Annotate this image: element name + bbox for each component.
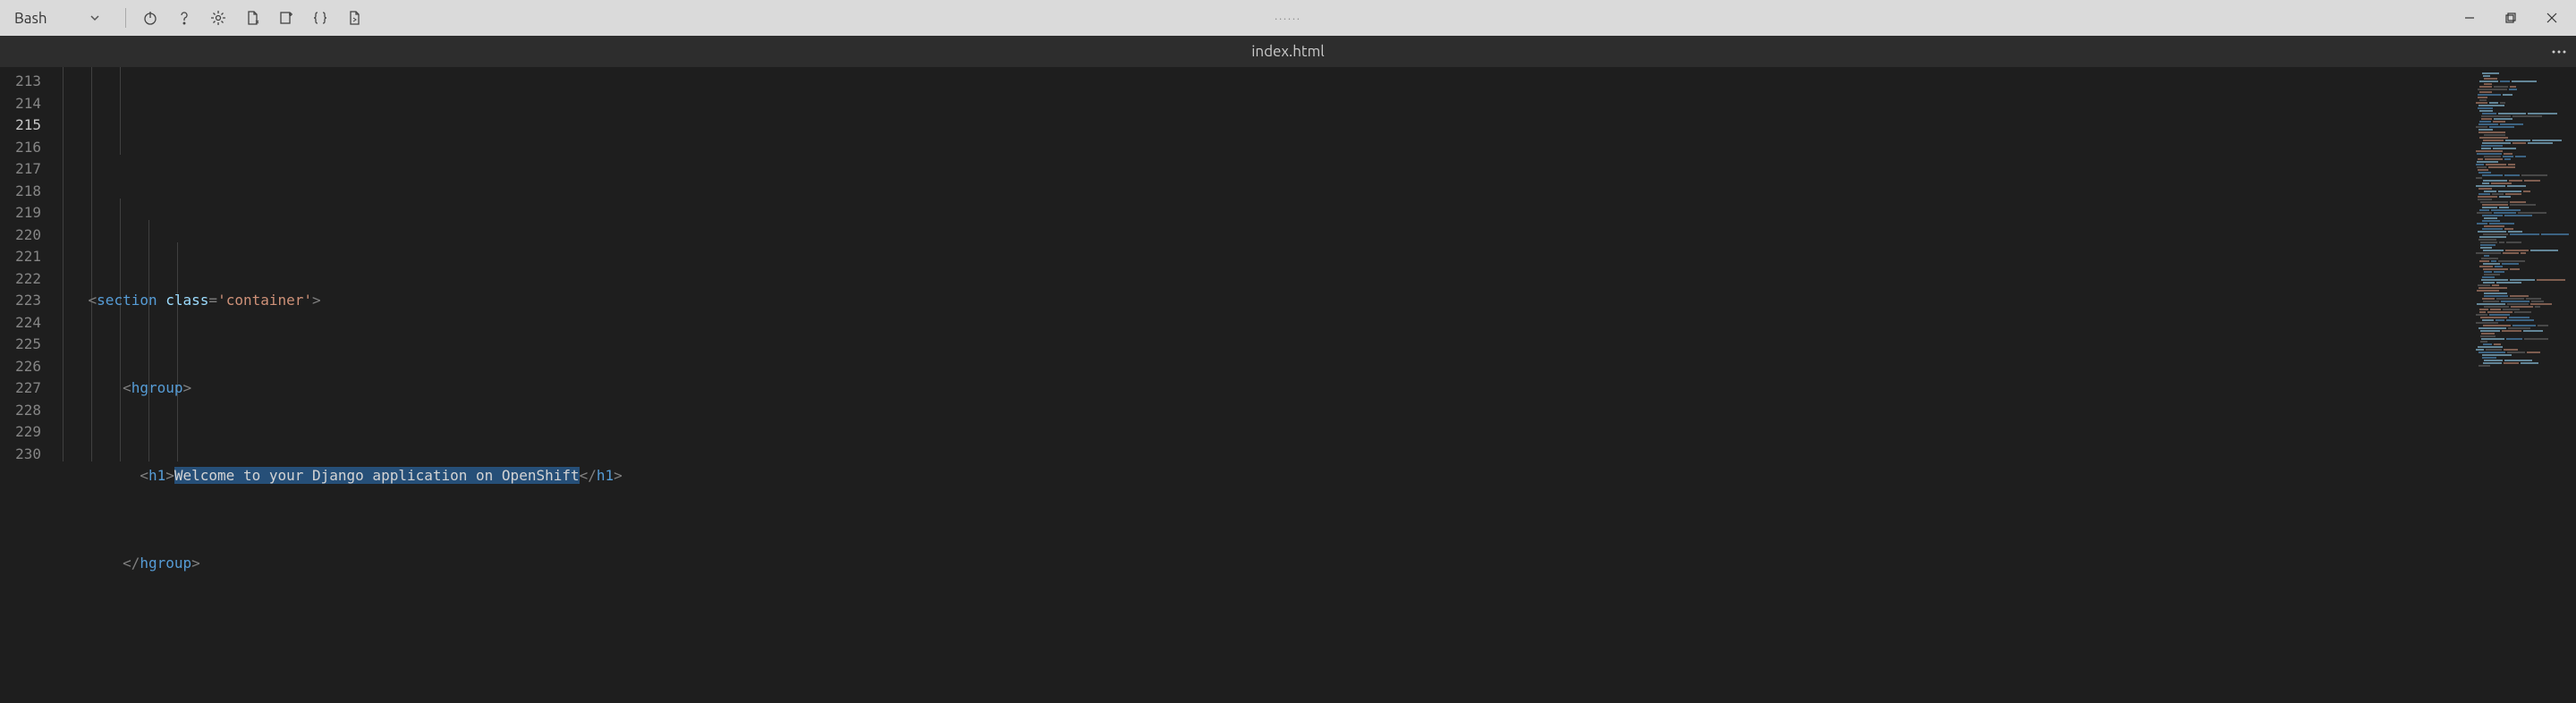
indent-guide	[120, 67, 121, 155]
code-line-current: <h1>Welcome to your Django application o…	[54, 465, 2469, 487]
minimize-icon	[2462, 11, 2477, 25]
settings-button[interactable]	[203, 3, 233, 33]
go-to-file-button[interactable]	[339, 3, 369, 33]
line-number: 214	[0, 93, 54, 115]
close-icon	[2545, 11, 2559, 25]
code-content[interactable]: <section class='container'> <hgroup> <h1…	[54, 67, 2469, 703]
line-number: 224	[0, 312, 54, 335]
chevron-down-icon	[88, 11, 102, 25]
title-bar-left: Bash	[7, 3, 369, 33]
code-line	[54, 640, 2469, 663]
new-untitled-button[interactable]	[271, 3, 301, 33]
line-number: 216	[0, 137, 54, 159]
line-number: 227	[0, 377, 54, 400]
window-controls	[2449, 3, 2572, 33]
power-icon	[141, 9, 159, 27]
go-to-file-icon	[345, 9, 363, 27]
tab-filename[interactable]: index.html	[1251, 43, 1324, 60]
gear-icon	[209, 9, 227, 27]
line-number: 221	[0, 246, 54, 268]
editor-area: 2132142152162172182192202212222232242252…	[0, 67, 2576, 703]
line-number: 226	[0, 356, 54, 378]
line-number: 229	[0, 421, 54, 444]
line-number: 213	[0, 71, 54, 93]
indent-guide	[63, 67, 64, 462]
shell-selector[interactable]: Bash	[7, 8, 109, 29]
code-line: </hgroup>	[54, 553, 2469, 575]
power-button[interactable]	[135, 3, 165, 33]
help-icon	[175, 9, 193, 27]
indent-guide	[120, 199, 121, 462]
line-number: 219	[0, 202, 54, 224]
line-number: 228	[0, 400, 54, 422]
minimize-button[interactable]	[2449, 3, 2490, 33]
new-file-button[interactable]	[237, 3, 267, 33]
line-number: 230	[0, 444, 54, 466]
line-number: 225	[0, 334, 54, 356]
code-line: <section class='container'>	[54, 290, 2469, 312]
minimap[interactable]	[2469, 67, 2576, 703]
new-file-icon	[243, 9, 261, 27]
line-number: 218	[0, 181, 54, 203]
indent-guide	[148, 220, 149, 462]
braces-icon	[311, 9, 329, 27]
line-number: 215	[0, 114, 54, 137]
shell-name: Bash	[14, 10, 47, 27]
maximize-icon	[2504, 11, 2518, 25]
maximize-button[interactable]	[2490, 3, 2531, 33]
close-button[interactable]	[2531, 3, 2572, 33]
line-gutter[interactable]: 2132142152162172182192202212222232242252…	[0, 67, 54, 703]
new-untitled-icon	[277, 9, 295, 27]
help-button[interactable]	[169, 3, 199, 33]
line-number: 220	[0, 224, 54, 247]
title-bar: Bash ······	[0, 0, 2576, 36]
more-horizontal-icon	[2549, 42, 2569, 62]
selected-text: Welcome to your Django application on Op…	[174, 467, 580, 484]
divider	[125, 8, 126, 28]
indent-guide	[91, 67, 92, 462]
indent-guide	[177, 242, 178, 462]
code-line: <hgroup>	[54, 377, 2469, 400]
tab-more-button[interactable]	[2549, 42, 2569, 62]
line-number: 217	[0, 158, 54, 181]
braces-button[interactable]	[305, 3, 335, 33]
line-number: 222	[0, 268, 54, 291]
line-number: 223	[0, 290, 54, 312]
editor-tab-bar: index.html	[0, 36, 2576, 67]
